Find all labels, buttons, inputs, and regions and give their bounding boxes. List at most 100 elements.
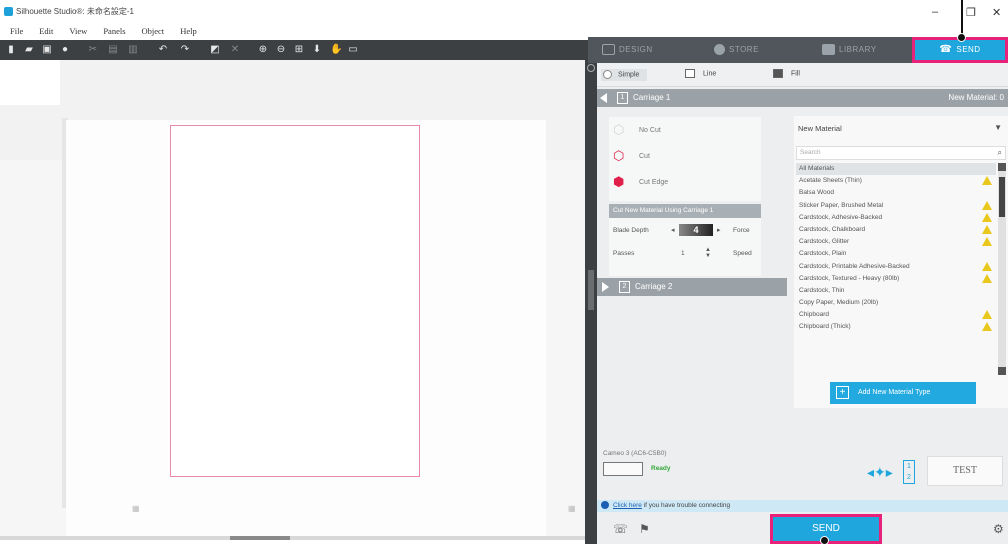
zoom-out-icon[interactable]: ⊖ [276, 45, 286, 55]
splitter-handle[interactable] [588, 270, 594, 310]
material-item[interactable]: Acetate Sheets (Thin) [796, 175, 996, 187]
hand-icon[interactable]: ✋ [330, 45, 342, 55]
delete-icon[interactable]: ✕ [230, 45, 240, 55]
action-cut-edge[interactable]: ⬢ Cut Edge [613, 175, 668, 189]
page-icon[interactable]: ▭ [348, 45, 358, 55]
menu-object[interactable]: Object [134, 24, 173, 39]
collapse-arrow-icon[interactable] [600, 93, 607, 103]
page-number-1[interactable]: 1 [904, 461, 914, 472]
search-icon[interactable]: ⌕ [998, 147, 1002, 159]
select-icon[interactable]: ◩ [210, 45, 220, 55]
passes-stepper-icon[interactable]: ▲ ▼ [705, 247, 711, 259]
speed-label: Speed [733, 250, 752, 257]
tab-library[interactable]: LIBRARY [822, 37, 877, 63]
material-item-label: Acetate Sheets (Thin) [799, 177, 862, 185]
material-list[interactable]: All Materials Acetate Sheets (Thin) Balsa … [796, 163, 996, 373]
material-item[interactable]: Cardstock, Glitter [796, 236, 996, 248]
horizontal-scrollbar[interactable] [0, 536, 585, 540]
zoom-fit-icon[interactable]: ⊞ [294, 45, 304, 55]
page-number-2[interactable]: 2 [904, 472, 914, 483]
menu-view[interactable]: View [61, 24, 95, 39]
material-search-input[interactable]: Search ⌕ [796, 146, 1006, 160]
material-item[interactable]: Cardstock, Adhesive-Backed [796, 212, 996, 224]
simple-radio[interactable] [603, 70, 612, 79]
mode-fill-label: Fill [791, 70, 800, 78]
open-icon[interactable]: ▰ [24, 45, 34, 55]
scroll-down-icon[interactable] [998, 367, 1006, 375]
material-item-label: Chipboard (Thick) [799, 323, 851, 331]
material-item[interactable]: Chipboard (Thick) [796, 321, 996, 333]
gear-icon[interactable]: ⚙ [993, 522, 1004, 536]
action-cut[interactable]: ⬡ Cut [613, 149, 650, 163]
paste-icon[interactable]: ▥ [128, 45, 138, 55]
flag-icon[interactable]: ⚑ [639, 522, 650, 536]
passes-value[interactable]: 1 [681, 250, 685, 257]
carriage-1-number: 1 [617, 91, 628, 104]
design-page[interactable] [170, 125, 420, 477]
material-item[interactable]: Copy Paper, Medium (20lb) [796, 297, 996, 309]
mode-simple-label: Simple [618, 71, 640, 79]
material-dropdown-title[interactable]: New Material [798, 124, 842, 133]
cutter-settings-icon[interactable]: ☏ [613, 522, 628, 536]
callout-line [961, 0, 963, 37]
blade-depth-value[interactable]: 4 [679, 224, 713, 236]
material-scrollbar[interactable] [998, 163, 1006, 375]
material-item[interactable]: Cardstock, Thin [796, 285, 996, 297]
material-item-label: Cardstock, Thin [799, 286, 845, 294]
material-item[interactable]: Cardstock, Plain [796, 248, 996, 260]
move-arrows-icon[interactable]: ◂✦▸ [867, 464, 893, 481]
close-button[interactable]: ✕ [992, 6, 1001, 19]
blade-depth-increase[interactable]: ▸ [717, 226, 721, 234]
grid-icon[interactable]: ▦ [132, 504, 140, 513]
material-item-label: All Materials [799, 165, 835, 172]
material-item[interactable]: Sticker Paper, Brushed Metal [796, 200, 996, 212]
menu-help[interactable]: Help [172, 24, 205, 39]
mode-fill[interactable]: Fill [773, 69, 800, 78]
menu-file[interactable]: File [0, 24, 31, 39]
carriage-2-bar[interactable]: 2 Carriage 2 [597, 278, 787, 296]
splitter-top-icon[interactable] [587, 64, 595, 72]
library-icon[interactable]: ● [60, 45, 70, 55]
mode-line[interactable]: Line [685, 69, 716, 78]
cut-label: Cut [639, 152, 650, 160]
new-icon[interactable]: ▮ [6, 45, 16, 55]
copy-icon[interactable]: ▤ [108, 45, 118, 55]
dropdown-arrow-icon[interactable]: ▼ [994, 123, 1002, 132]
pan-down-icon[interactable]: ⬇ [312, 45, 322, 55]
maximize-button[interactable]: ❐ [966, 6, 976, 19]
panel-splitter[interactable] [585, 60, 597, 544]
material-item[interactable]: Chipboard [796, 309, 996, 321]
add-material-button[interactable]: + Add New Material Type [830, 382, 976, 404]
material-item[interactable]: Cardstock, Printable Adhesive-Backed [796, 261, 996, 273]
redo-icon[interactable]: ↷ [180, 45, 190, 55]
cut-icon[interactable]: ✂ [88, 45, 98, 55]
material-item[interactable]: All Materials [796, 163, 996, 176]
material-scroll-thumb[interactable] [999, 177, 1005, 217]
menu-panels[interactable]: Panels [95, 24, 133, 39]
warning-icon [982, 224, 992, 234]
menu-edit[interactable]: Edit [31, 24, 61, 39]
test-button[interactable]: TEST [927, 456, 1003, 486]
help-link[interactable]: Click here [613, 502, 642, 509]
device-name[interactable]: Cameo 3 (AC6-C5B0) [603, 450, 667, 457]
material-item[interactable]: Balsa Wood [796, 187, 996, 199]
material-item[interactable]: Cardstock, Textured - Heavy (80lb) [796, 273, 996, 285]
tab-store[interactable]: STORE [714, 37, 759, 63]
resize-icon[interactable]: ▦ [568, 504, 576, 513]
cut-edge-icon: ⬢ [613, 174, 625, 189]
carriage-1-bar[interactable]: 1 Carriage 1 New Material: 0 [597, 89, 1008, 107]
expand-arrow-icon[interactable] [602, 282, 609, 292]
scroll-up-icon[interactable] [998, 163, 1006, 171]
horizontal-scroll-thumb[interactable] [230, 536, 290, 540]
page-selector[interactable]: 1 2 [903, 460, 915, 484]
tab-design[interactable]: DESIGN [602, 37, 653, 63]
save-icon[interactable]: ▣ [42, 45, 52, 55]
zoom-in-icon[interactable]: ⊕ [258, 45, 268, 55]
mode-simple[interactable]: Simple [601, 69, 648, 81]
material-item[interactable]: Cardstock, Chalkboard [796, 224, 996, 236]
design-canvas[interactable]: ▦ ▦ [0, 60, 585, 540]
action-no-cut[interactable]: ⬡ No Cut [613, 123, 661, 137]
undo-icon[interactable]: ↶ [158, 45, 168, 55]
minimize-button[interactable]: – [932, 6, 938, 18]
blade-depth-decrease[interactable]: ◂ [671, 226, 675, 234]
